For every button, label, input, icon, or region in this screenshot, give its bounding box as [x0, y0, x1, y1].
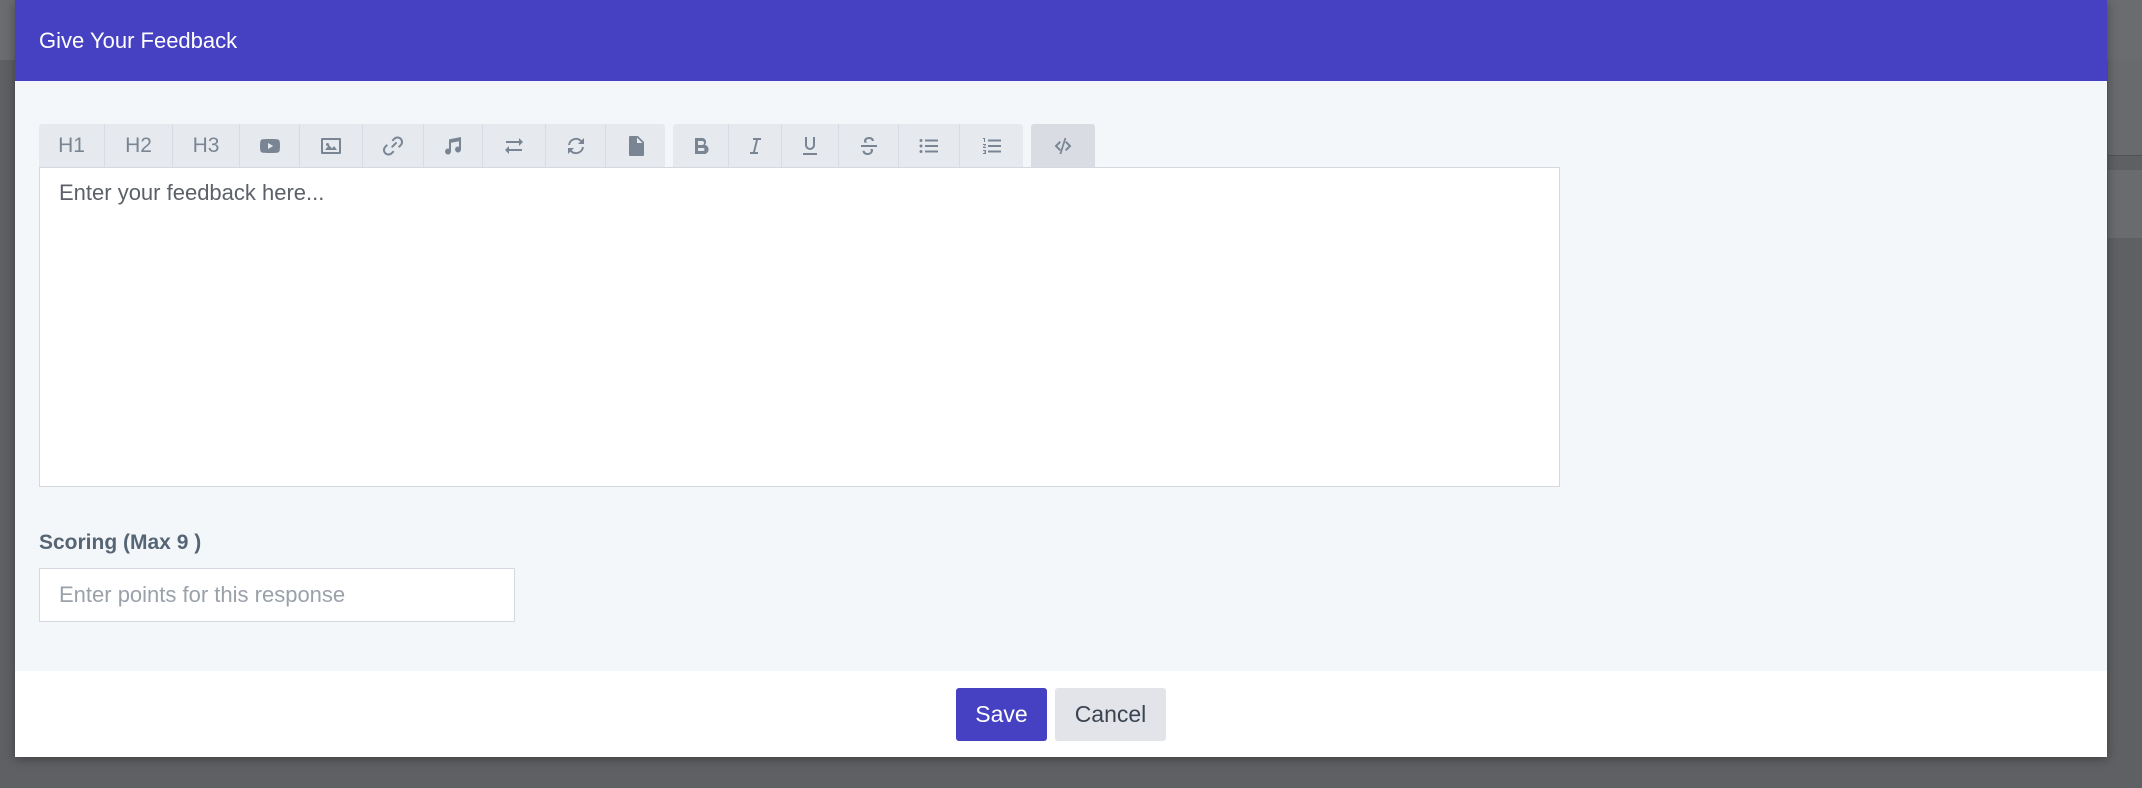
refresh-button[interactable]: [546, 124, 606, 167]
youtube-button[interactable]: [240, 124, 300, 167]
code-view-button[interactable]: [1031, 124, 1095, 167]
file-icon: [628, 135, 644, 156]
strikethrough-icon: [860, 136, 877, 155]
link-icon: [382, 135, 404, 156]
modal-body: H1 H2 H3 Enter your feedback here... Sco…: [15, 81, 2107, 671]
scoring-label: Scoring (Max 9 ): [39, 531, 202, 554]
audio-button[interactable]: [424, 124, 483, 167]
bold-button[interactable]: [673, 124, 729, 167]
numbered-list-button[interactable]: [960, 124, 1023, 167]
modal-footer: Save Cancel: [15, 671, 2107, 757]
modal-header: Give Your Feedback: [15, 0, 2107, 81]
modal-title: Give Your Feedback: [39, 27, 238, 53]
h2-button[interactable]: H2: [105, 124, 173, 167]
code-toolbar-group: [1031, 124, 1095, 167]
editor-toolbar: H1 H2 H3: [39, 124, 1095, 167]
save-button[interactable]: Save: [956, 687, 1047, 741]
image-button[interactable]: [300, 124, 363, 167]
background-panel: [2108, 60, 2142, 156]
numbered-list-icon: [982, 137, 1001, 154]
bullet-list-button[interactable]: [899, 124, 960, 167]
swap-button[interactable]: [483, 124, 546, 167]
background-panel: [2108, 170, 2142, 238]
file-button[interactable]: [606, 124, 665, 167]
h1-button[interactable]: H1: [39, 124, 105, 167]
bold-icon: [694, 137, 709, 154]
feedback-modal: Give Your Feedback H1 H2 H3 Enter your f…: [15, 0, 2107, 757]
italic-icon: [750, 137, 761, 154]
h3-button[interactable]: H3: [173, 124, 240, 167]
cancel-button[interactable]: Cancel: [1055, 687, 1166, 741]
code-icon: [1054, 137, 1072, 154]
music-icon: [445, 136, 462, 155]
italic-button[interactable]: [729, 124, 782, 167]
strikethrough-button[interactable]: [839, 124, 899, 167]
refresh-icon: [567, 137, 584, 154]
scoring-input[interactable]: [39, 568, 515, 622]
underline-icon: [803, 136, 817, 155]
editor-placeholder: Enter your feedback here...: [59, 180, 325, 205]
swap-icon: [505, 137, 523, 154]
insert-toolbar-group: H1 H2 H3: [39, 124, 665, 167]
feedback-editor[interactable]: Enter your feedback here...: [39, 167, 1560, 487]
format-toolbar-group: [673, 124, 1023, 167]
youtube-icon: [259, 138, 280, 153]
bullet-list-icon: [919, 138, 938, 153]
underline-button[interactable]: [782, 124, 839, 167]
image-icon: [321, 137, 341, 154]
link-button[interactable]: [363, 124, 424, 167]
